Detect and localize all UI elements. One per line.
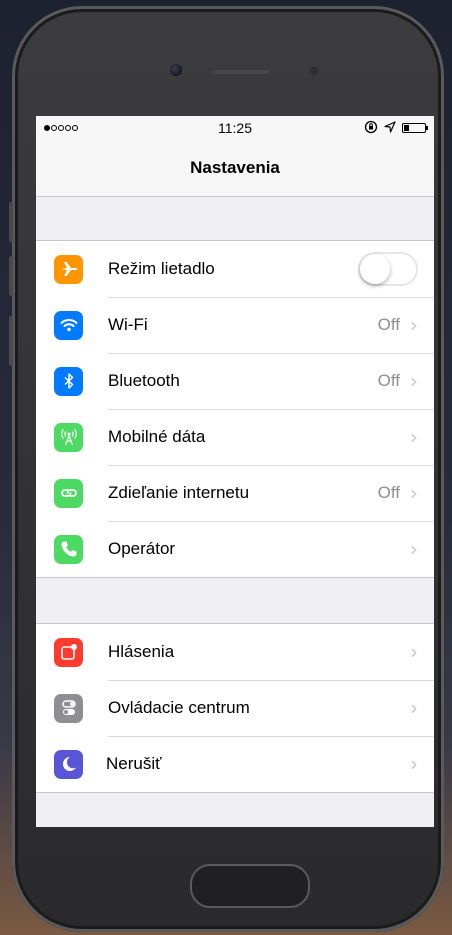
wifi-status: Off (377, 315, 400, 334)
navigation-bar: Nastavenia (36, 140, 434, 197)
signal-strength-icon (44, 125, 114, 131)
settings-row-do-not-disturb[interactable]: Nerušiť › (36, 736, 434, 792)
moon-icon (54, 749, 83, 779)
settings-group-system: Hlásenia › Ovládacie centrum › Nerušiť › (36, 623, 434, 793)
control-center-label: Ovládacie centrum (108, 698, 250, 717)
airplane-mode-label: Režim lietadlo (108, 259, 215, 278)
notifications-icon (54, 637, 83, 667)
control-center-icon (54, 693, 83, 723)
orientation-lock-icon (364, 120, 378, 137)
airplane-mode-toggle[interactable] (358, 252, 418, 286)
hotspot-icon (54, 478, 83, 508)
page-title: Nastavenia (190, 158, 280, 177)
chevron-right-icon: › (410, 640, 418, 664)
earpiece-speaker (214, 70, 270, 74)
volume-up-button (9, 202, 13, 242)
settings-row-notifications[interactable]: Hlásenia › (36, 624, 434, 680)
cellular-label: Mobilné dáta (108, 427, 206, 446)
bluetooth-icon (54, 366, 83, 396)
notifications-label: Hlásenia (108, 642, 175, 661)
do-not-disturb-label: Nerušiť (106, 754, 162, 773)
wifi-icon (54, 310, 83, 340)
bluetooth-label: Bluetooth (108, 371, 180, 390)
battery-icon (402, 123, 428, 133)
carrier-label: Operátor (108, 539, 176, 558)
home-button[interactable] (190, 864, 310, 908)
phone-icon (54, 534, 83, 564)
settings-row-bluetooth[interactable]: Bluetooth Off › (36, 353, 434, 409)
location-arrow-icon (384, 120, 396, 136)
settings-row-cellular[interactable]: Mobilné dáta › (36, 409, 434, 465)
chevron-right-icon: › (410, 537, 418, 561)
chevron-right-icon: › (410, 696, 418, 720)
airplane-icon (54, 254, 83, 284)
chevron-right-icon: › (410, 425, 418, 449)
proximity-sensor (310, 67, 318, 75)
settings-row-personal-hotspot[interactable]: Zdieľanie internetu Off › (36, 465, 434, 521)
settings-row-control-center[interactable]: Ovládacie centrum › (36, 680, 434, 736)
wifi-label: Wi-Fi (108, 315, 148, 334)
bluetooth-status: Off (377, 371, 400, 390)
volume-down-button (9, 256, 13, 296)
chevron-right-icon: › (410, 313, 418, 337)
hotspot-status: Off (377, 483, 400, 502)
chevron-right-icon: › (410, 369, 418, 393)
settings-row-carrier[interactable]: Operátor › (36, 521, 434, 577)
hotspot-label: Zdieľanie internetu (108, 483, 250, 502)
settings-screen: 11:25 Nastavenia Režim lietadlo Wi-Fi Of… (36, 116, 434, 827)
settings-row-wifi[interactable]: Wi-Fi Off › (36, 297, 434, 353)
status-bar: 11:25 (36, 116, 434, 140)
chevron-right-icon: › (410, 752, 418, 776)
settings-group-connectivity: Režim lietadlo Wi-Fi Off › Bluetooth Off… (36, 240, 434, 578)
settings-row-airplane-mode[interactable]: Režim lietadlo (36, 241, 434, 297)
status-time: 11:25 (218, 120, 252, 136)
chevron-right-icon: › (410, 481, 418, 505)
cellular-icon (54, 422, 83, 452)
side-button (9, 316, 13, 366)
front-camera (170, 64, 182, 76)
